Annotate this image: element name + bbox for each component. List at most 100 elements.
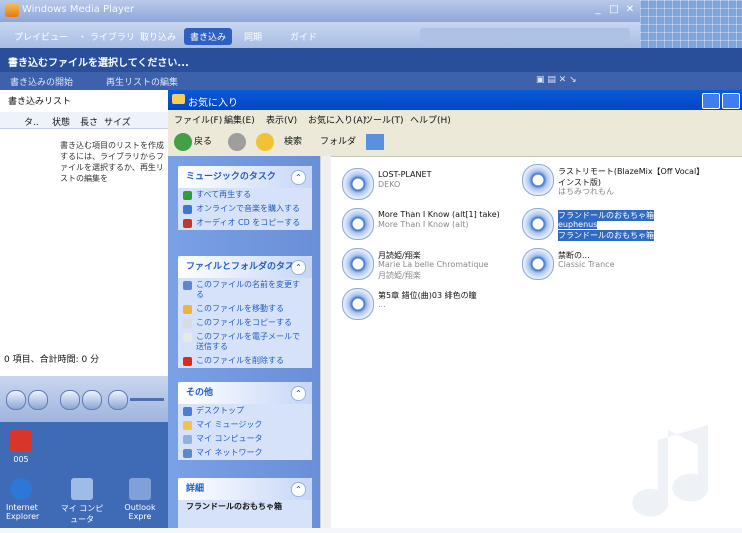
task-delete[interactable]: このファイルを削除する (178, 354, 312, 368)
restore-icon[interactable]: □ (606, 3, 622, 17)
details-header[interactable]: 詳細 ⌃ (178, 478, 312, 500)
column-title[interactable]: タ.. (24, 115, 39, 128)
rewind-button[interactable] (60, 390, 80, 410)
file-item[interactable]: 第5章 錯位(曲)03 緋色の瞳 ... (342, 288, 522, 322)
fastforward-button[interactable] (82, 390, 102, 410)
file-item[interactable]: LOST-PLANET DEKO (342, 168, 522, 202)
task-pane: ミュージックのタスク ⌃ すべて再生する オンラインで音楽を購入する オーディオ … (168, 156, 320, 528)
rename-icon (183, 281, 192, 290)
place-desktop[interactable]: デスクトップ (178, 404, 312, 418)
wma-file-icon (342, 168, 374, 200)
tab-guide[interactable]: ガイド (284, 28, 323, 45)
menu-help[interactable]: ヘルプ(H) (410, 113, 451, 126)
file-item[interactable]: ラストリモート(BlazeMix【Off Vocal】インスト版) はちみつれも… (522, 164, 704, 198)
collapse-icon[interactable]: ⌃ (291, 170, 306, 185)
ie-icon (10, 478, 32, 500)
task-play-all[interactable]: すべて再生する (178, 188, 312, 202)
file-icon (10, 430, 32, 452)
column-status[interactable]: 状態 (52, 115, 70, 128)
task-buy-online[interactable]: オンラインで音楽を購入する (178, 202, 312, 216)
burn-list-columns: タ.. 状態 長さ サイズ (0, 112, 168, 129)
email-icon (183, 333, 192, 342)
tab-nowplaying[interactable]: プレイビュー (8, 28, 74, 45)
start-burn-button[interactable]: 書き込みの開始 (10, 75, 73, 88)
place-my-network[interactable]: マイ ネットワーク (178, 446, 312, 460)
player-controls (0, 376, 168, 422)
folder-icon (172, 94, 185, 104)
minimize-icon[interactable] (702, 93, 720, 109)
up-folder-icon[interactable] (256, 133, 274, 151)
file-item[interactable]: More Than I Know (alt[1] take) More Than… (342, 208, 522, 242)
play-icon (183, 191, 192, 200)
burn-list-panel: 書き込みリスト タ.. 状態 長さ サイズ 書き込む項目のリストを作成するには、… (0, 90, 169, 376)
music-tasks-header[interactable]: ミュージックのタスク ⌃ (178, 166, 312, 188)
menu-view[interactable]: 表示(V) (266, 113, 297, 126)
previous-button[interactable] (28, 390, 48, 410)
volume-button[interactable] (108, 390, 128, 410)
music-folder-icon (183, 421, 192, 430)
search-button[interactable]: 検索 (284, 133, 302, 151)
minimize-icon[interactable]: _ (590, 3, 606, 17)
computer-icon (71, 478, 93, 500)
file-item[interactable]: 禁断の... Classic Trance (522, 248, 702, 282)
task-rename[interactable]: このファイルの名前を変更する (178, 278, 312, 302)
wmp-tabbar: プレイビュー ・ ライブラリ 取り込み 書き込み 同期 ガイド (0, 22, 742, 48)
computer-icon (183, 435, 192, 444)
explorer-titlebar: お気に入り (168, 90, 742, 110)
forward-icon[interactable] (228, 133, 246, 151)
burn-list-hint: 書き込む項目のリストを作成するには、ライブラリからファイルを選択するか、再生リス… (60, 141, 164, 183)
collapse-icon[interactable]: ⌃ (291, 260, 306, 275)
wmp-app-icon (5, 3, 19, 17)
network-icon (183, 449, 192, 458)
menu-bar: ファイル(F) 編集(E) 表示(V) お気に入り(A) ツール(T) ヘルプ(… (168, 110, 742, 128)
move-icon (183, 305, 192, 314)
desktop-icon-ie[interactable]: Internet Explorer (6, 478, 39, 521)
menu-edit[interactable]: 編集(E) (224, 113, 255, 126)
volume-slider[interactable] (130, 398, 164, 401)
menu-tools[interactable]: ツール(T) (364, 113, 404, 126)
music-note-watermark-icon (578, 420, 728, 530)
task-email[interactable]: このファイルを電子メールで送信する (178, 330, 312, 354)
wmp-search-field[interactable] (420, 28, 630, 42)
task-pane-scrollbar[interactable] (320, 156, 331, 528)
wma-file-icon (522, 164, 554, 196)
close-icon[interactable]: ✕ (622, 3, 638, 17)
folders-button[interactable]: フォルダ (320, 133, 356, 151)
burn-list-title[interactable]: 書き込みリスト (8, 94, 71, 107)
task-move[interactable]: このファイルを移動する (178, 302, 312, 316)
wmp-burn-toolbar: 書き込みの開始 再生リストの編集 ▣ ▤ ✕ ↘ (0, 72, 742, 90)
column-size[interactable]: サイズ (104, 115, 131, 128)
stop-button[interactable] (6, 390, 26, 410)
place-my-computer[interactable]: マイ コンピュータ (178, 432, 312, 446)
edit-playlist-button[interactable]: 再生リストの編集 (106, 75, 178, 88)
tab-rip[interactable]: 取り込み (134, 28, 182, 45)
other-places-header[interactable]: その他 ⌃ (178, 382, 312, 404)
task-copy[interactable]: このファイルをコピーする (178, 316, 312, 330)
back-button[interactable]: 戻る (194, 133, 212, 151)
file-tasks-header[interactable]: ファイルとフォルダのタスク ⌃ (178, 256, 312, 278)
place-my-music[interactable]: マイ ミュージック (178, 418, 312, 432)
menu-favorites[interactable]: お気に入り(A) (308, 113, 366, 126)
desktop-area: 005 Internet Explorer マイ コンピュータ Outlook … (0, 422, 168, 528)
tab-library[interactable]: ・ ライブラリ (72, 28, 141, 45)
wmp-burn-bar: 書き込むファイルを選択してください... (0, 48, 742, 72)
collapse-icon[interactable]: ⌃ (291, 386, 306, 401)
file-item-selected[interactable]: フランドールのおもちゃ箱 euphenus フランドールのおもちゃ箱 (522, 208, 702, 242)
tab-burn[interactable]: 書き込み (184, 28, 233, 45)
collapse-icon[interactable]: ⌃ (291, 482, 306, 497)
wmp-title: Windows Media Player (22, 4, 135, 15)
maximize-icon[interactable] (722, 93, 740, 109)
wma-file-icon (522, 208, 554, 240)
column-length[interactable]: 長さ (80, 115, 98, 128)
task-copy-cd[interactable]: オーディオ CD をコピーする (178, 216, 312, 230)
views-icon[interactable] (366, 134, 384, 150)
menu-file[interactable]: ファイル(F) (174, 113, 222, 126)
file-item[interactable]: 月読姫/翔楽 Marie La belle Chromatique 月読姫/翔楽 (342, 248, 522, 282)
desktop-icon-mycomputer[interactable]: マイ コンピュータ (60, 478, 104, 525)
wmp-titlebar: Windows Media Player _ □ ✕ (0, 0, 742, 22)
toolbar-icons[interactable]: ▣ ▤ ✕ ↘ (536, 75, 577, 85)
desktop-icon-005[interactable]: 005 (6, 430, 36, 464)
tab-sync[interactable]: 同期 (238, 28, 268, 45)
desktop-icon-outlook[interactable]: Outlook Expre (118, 478, 162, 521)
back-icon[interactable] (174, 133, 192, 151)
